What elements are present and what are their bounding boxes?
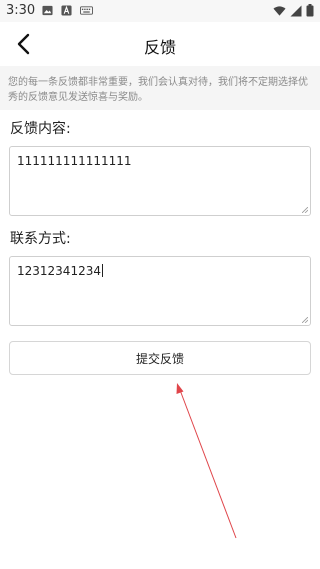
notice-text: 您的每一条反馈都非常重要，我们会认真对待，我们将不定期选择优秀的反馈意见发送惊喜… bbox=[8, 77, 308, 103]
battery-icon bbox=[306, 4, 314, 17]
status-bar: 3:30 bbox=[0, 0, 320, 22]
feedback-value: 111111111111111 bbox=[17, 154, 132, 168]
image-icon bbox=[42, 5, 53, 16]
annotation-arrow-head bbox=[176, 383, 184, 394]
status-time: 3:30 bbox=[6, 3, 36, 18]
contact-value: 12312341234 bbox=[17, 264, 101, 278]
resize-grip-icon bbox=[302, 317, 308, 323]
signal-icon bbox=[290, 5, 302, 16]
status-notification-icons bbox=[42, 5, 93, 16]
text-cursor bbox=[101, 264, 103, 277]
keyboard-icon bbox=[80, 6, 93, 15]
status-system-icons bbox=[273, 4, 314, 17]
wifi-icon bbox=[273, 5, 286, 16]
a-notification-icon bbox=[61, 5, 72, 16]
nav-bar: 反馈 bbox=[0, 22, 320, 66]
feedback-textarea[interactable]: 111111111111111 bbox=[9, 146, 311, 216]
feedback-label: 反馈内容: bbox=[10, 121, 71, 137]
contact-label: 联系方式: bbox=[10, 231, 71, 247]
annotation-arrow-shaft bbox=[179, 389, 237, 539]
submit-feedback-label: 提交反馈 bbox=[135, 351, 184, 366]
resize-grip-icon bbox=[302, 207, 308, 213]
notice-banner: 您的每一条反馈都非常重要，我们会认真对待，我们将不定期选择优秀的反馈意见发送惊喜… bbox=[0, 66, 320, 110]
contact-textarea[interactable]: 12312341234 bbox=[9, 256, 311, 326]
submit-feedback-button[interactable]: 提交反馈 bbox=[9, 341, 311, 375]
page-title: 反馈 bbox=[143, 38, 176, 57]
